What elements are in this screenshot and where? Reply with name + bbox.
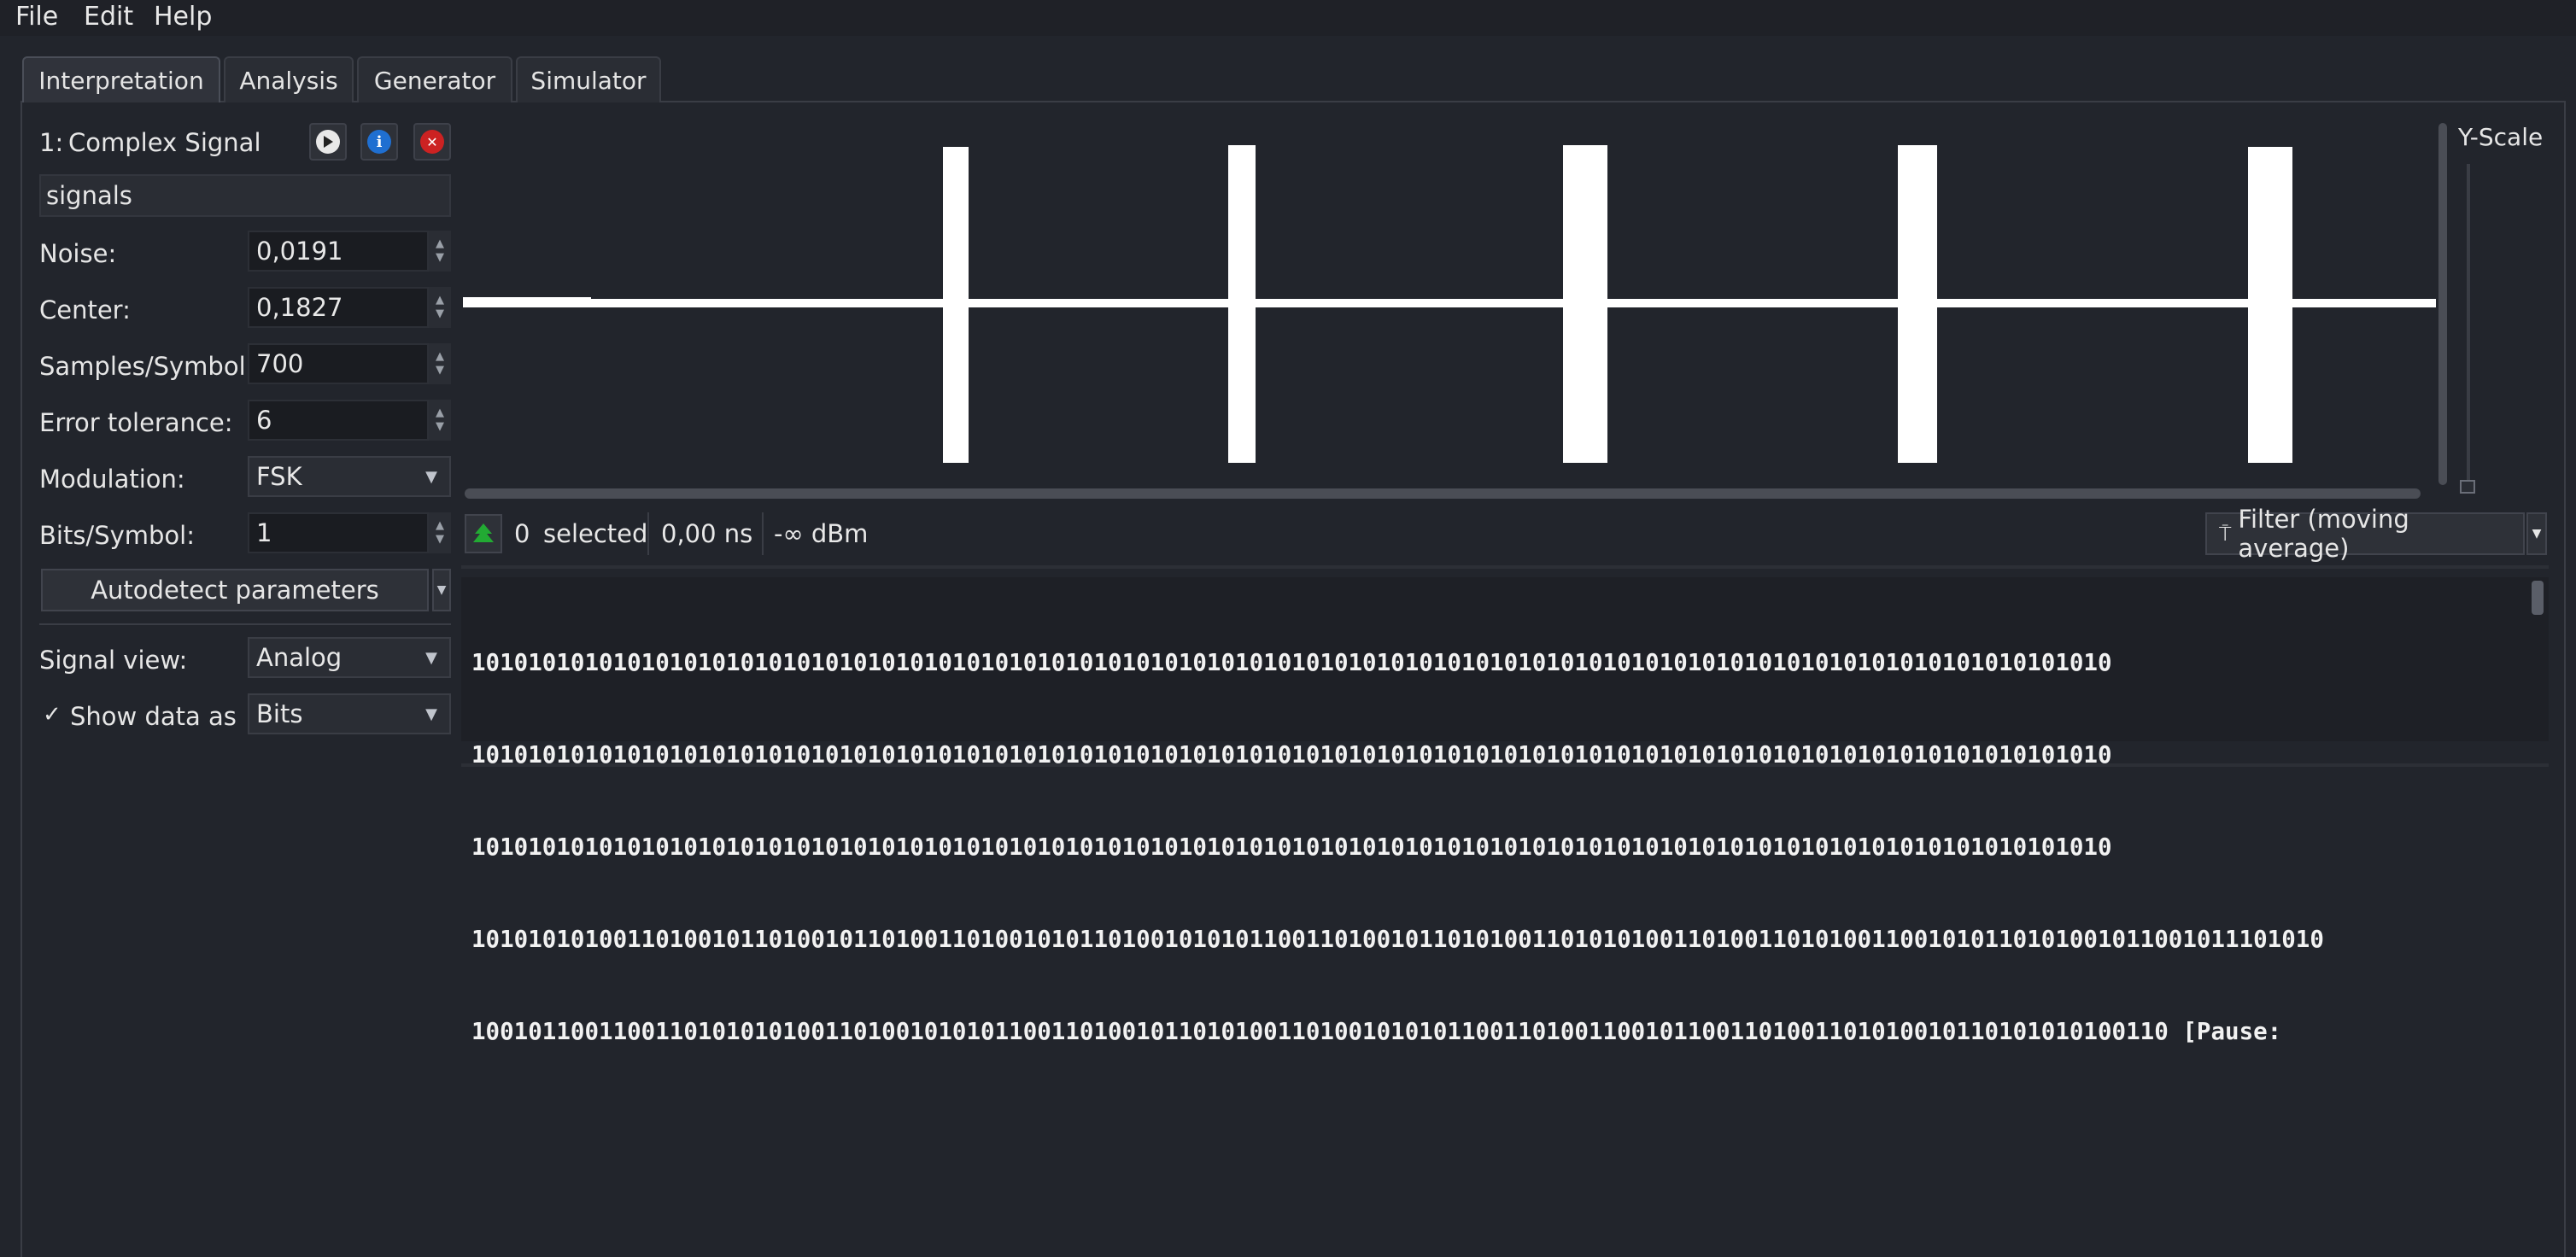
- chevron-down-icon: ▼: [436, 583, 447, 597]
- samples-per-symbol-spinbox[interactable]: 700: [248, 343, 437, 384]
- signal-view-select[interactable]: Analog ▼: [248, 637, 451, 678]
- menu-file[interactable]: File: [15, 2, 58, 32]
- pause-marker: [Pause:: [2182, 1018, 2282, 1045]
- plot-vertical-scrollbar[interactable]: [2438, 123, 2447, 485]
- signal-baseline-left: [463, 297, 591, 302]
- center-label: Center:: [39, 295, 131, 324]
- center-stepper[interactable]: ▲ ▼: [427, 287, 451, 328]
- menu-edit[interactable]: Edit: [84, 2, 133, 32]
- bits-line: 1010101010011010010110100101101001101001…: [471, 926, 2324, 953]
- tab-generator[interactable]: Generator: [357, 56, 512, 102]
- selected-count: 0: [514, 519, 530, 548]
- info-icon: i: [367, 130, 391, 154]
- signal-view-value: Analog: [256, 643, 342, 672]
- signal-plot[interactable]: [461, 116, 2443, 492]
- filter-icon: ⍑: [2219, 522, 2232, 546]
- modulation-label: Modulation:: [39, 465, 185, 494]
- bits-per-symbol-value: 1: [256, 518, 272, 547]
- signal-title: Complex Signal: [68, 128, 261, 157]
- bits-per-symbol-spinbox[interactable]: 1: [248, 512, 437, 553]
- filter-menu-button[interactable]: ▼: [2526, 512, 2547, 555]
- close-icon: ✕: [420, 130, 444, 154]
- bits-line-last: 1001011001100110101010100110100101010110…: [471, 1018, 2169, 1045]
- signal-burst: [943, 147, 969, 463]
- modulation-value: FSK: [256, 462, 302, 491]
- filter-label: Filter (moving average): [2238, 505, 2409, 563]
- show-selection-button[interactable]: [465, 514, 502, 553]
- y-scale-handle[interactable]: [2460, 480, 2475, 494]
- autodetect-label: Autodetect parameters: [91, 576, 379, 605]
- chevron-down-icon: ▼: [425, 467, 437, 486]
- plot-horizontal-scrollbar[interactable]: [465, 488, 2421, 499]
- signal-view-label: Signal view:: [39, 646, 188, 675]
- bits-per-symbol-stepper[interactable]: ▲ ▼: [427, 512, 451, 553]
- noise-label: Noise:: [39, 239, 117, 268]
- noise-stepper[interactable]: ▲ ▼: [427, 231, 451, 272]
- tab-analysis[interactable]: Analysis: [224, 56, 354, 102]
- samples-per-symbol-label: Samples/Symbol:: [39, 352, 255, 381]
- center-value: 0,1827: [256, 293, 343, 322]
- bits-line: 1010101010101010101010101010101010101010…: [471, 649, 2112, 676]
- close-signal-button[interactable]: ✕: [413, 123, 451, 161]
- selection-duration: 0,00 ns: [661, 519, 753, 548]
- bits-vertical-scrollbar[interactable]: [2532, 581, 2544, 615]
- tab-interpretation[interactable]: Interpretation: [22, 56, 220, 102]
- bits-line: 1001011001100110101010100110100101010110…: [471, 1016, 2521, 1047]
- autodetect-menu-button[interactable]: ▼: [432, 569, 451, 611]
- noise-value: 0,0191: [256, 237, 343, 266]
- samples-per-symbol-value: 700: [256, 349, 304, 378]
- y-scale-slider[interactable]: [2467, 164, 2470, 482]
- error-tolerance-spinbox[interactable]: 6: [248, 400, 437, 441]
- chevron-down-icon: ▼: [425, 705, 437, 723]
- signal-burst: [1898, 145, 1937, 463]
- signal-burst: [2248, 147, 2292, 463]
- bits-per-symbol-label: Bits/Symbol:: [39, 521, 196, 550]
- menu-help[interactable]: Help: [154, 2, 212, 32]
- splitter-handle-bottom[interactable]: [461, 763, 2549, 767]
- show-data-label: Show data as: [70, 702, 237, 731]
- bits-line: 1010101010101010101010101010101010101010…: [471, 833, 2112, 861]
- error-tolerance-value: 6: [256, 406, 272, 435]
- modulation-select[interactable]: FSK ▼: [248, 456, 451, 497]
- tab-simulator[interactable]: Simulator: [516, 56, 661, 102]
- signal-burst: [1563, 145, 1607, 463]
- play-button[interactable]: [309, 123, 347, 161]
- tree-icon: [473, 523, 494, 542]
- chevron-down-icon: ▼: [2532, 527, 2542, 541]
- selection-power: -∞ dBm: [774, 519, 869, 548]
- bits-text[interactable]: 1010101010101010101010101010101010101010…: [471, 586, 2521, 1078]
- separator: [762, 512, 764, 555]
- divider: [39, 623, 451, 625]
- center-spinbox[interactable]: 0,1827: [248, 287, 437, 328]
- separator: [647, 512, 649, 555]
- noise-spinbox[interactable]: 0,0191: [248, 231, 437, 272]
- filter-button[interactable]: ⍑ Filter (moving average): [2205, 505, 2525, 563]
- show-data-value: Bits: [256, 699, 303, 728]
- chevron-down-icon: ▼: [425, 648, 437, 667]
- signal-burst: [1228, 145, 1256, 463]
- menu-bar: [0, 0, 2576, 36]
- y-scale-label: Y-Scale: [2458, 123, 2544, 151]
- signal-index: 1:: [39, 128, 64, 157]
- show-data-checkbox[interactable]: ✓: [43, 702, 61, 728]
- error-tolerance-label: Error tolerance:: [39, 408, 233, 437]
- signal-name-field[interactable]: signals: [39, 174, 451, 217]
- splitter-handle[interactable]: [461, 565, 2549, 569]
- error-tolerance-stepper[interactable]: ▲ ▼: [427, 400, 451, 441]
- info-button[interactable]: i: [360, 123, 398, 161]
- play-icon: [316, 130, 340, 154]
- samples-per-symbol-stepper[interactable]: ▲ ▼: [427, 343, 451, 384]
- autodetect-button[interactable]: Autodetect parameters: [41, 569, 429, 611]
- selected-label: selected: [543, 519, 648, 548]
- show-data-select[interactable]: Bits ▼: [248, 693, 451, 734]
- signal-baseline: [463, 299, 2436, 307]
